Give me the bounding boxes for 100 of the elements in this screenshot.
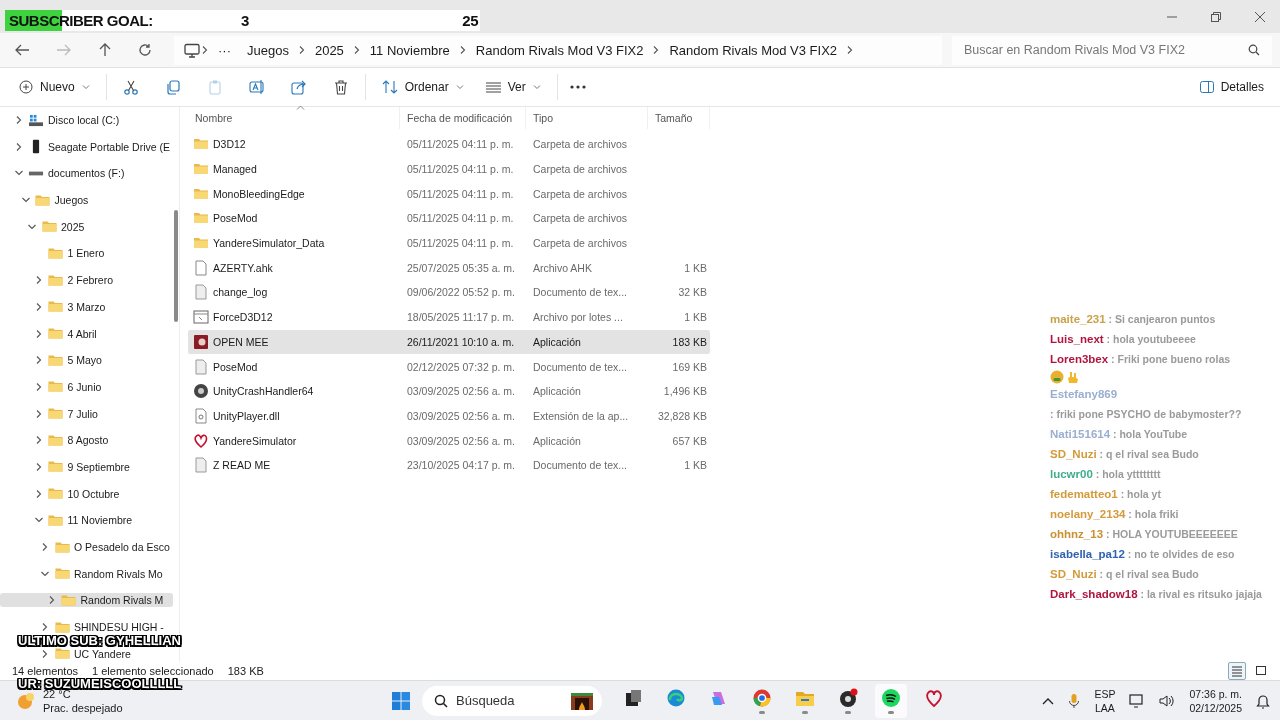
- heart-icon: [193, 432, 209, 449]
- tree-item[interactable]: 2 Febrero: [0, 273, 173, 288]
- microphone-icon[interactable]: [1068, 692, 1081, 709]
- modified-date: 09/06/2022 05:52 p. m.: [406, 286, 516, 299]
- tree-item[interactable]: UC Yandere: [0, 646, 173, 661]
- file-row[interactable]: change_log 09/06/2022 05:52 p. m. Documento de tex... 32 KB: [188, 280, 710, 305]
- close-icon[interactable]: [1254, 10, 1266, 23]
- network-icon[interactable]: [1129, 693, 1146, 708]
- more-button[interactable]: ···: [210, 42, 239, 58]
- file-row[interactable]: UnityPlayer.dll 03/09/2025 02:56 a. m. Extensión de la ap... 32,828 KB: [188, 403, 710, 429]
- chevron-icon[interactable]: [40, 622, 50, 633]
- column-header[interactable]: Nombre: [188, 107, 400, 129]
- up-arrow-icon[interactable]: [98, 43, 112, 57]
- file-row[interactable]: UnityCrashHandler64 03/09/2025 02:56 a. m. Aplicación 1,496 KB: [188, 378, 710, 404]
- folder-icon: [48, 354, 63, 366]
- tree-item[interactable]: Random Rivals M: [0, 593, 173, 608]
- file-row[interactable]: OPEN MEE 26/11/2021 10:10 a. m. Aplicación 183 KB: [188, 329, 710, 355]
- tree-item[interactable]: 1 Enero: [0, 246, 173, 261]
- chevron-icon[interactable]: [200, 45, 210, 55]
- language-indicator[interactable]: ESP LAA: [1094, 686, 1116, 715]
- file-row[interactable]: PoseMod 05/11/2025 04:11 p. m. Carpeta de archivos: [188, 206, 710, 231]
- file-row[interactable]: ForceD3D12 18/05/2025 11:17 p. m. Archivo por lotes ... 1 KB: [188, 304, 710, 330]
- search-field[interactable]: Búsqueda: [422, 685, 602, 716]
- tree-item[interactable]: 9 Septiembre: [0, 459, 173, 474]
- breadcrumb-item[interactable]: 2025: [306, 42, 352, 58]
- breadcrumb-item[interactable]: Juegos: [239, 42, 297, 58]
- chat-username: Luis_next: [1050, 333, 1104, 345]
- chat-message: : friki pone PSYCHO de babymoster??: [1050, 407, 1242, 422]
- folder-icon: [48, 301, 63, 313]
- column-header[interactable]: Tipo: [526, 107, 648, 129]
- tree-item[interactable]: 5 Mayo: [0, 353, 173, 368]
- column-header[interactable]: Tamaño: [648, 107, 710, 129]
- tree-item[interactable]: SHINDESU HIGH -: [0, 620, 173, 635]
- column-header[interactable]: Fecha de modificación: [400, 107, 526, 129]
- volume-icon[interactable]: [1159, 693, 1176, 708]
- tree-item[interactable]: 2025: [0, 219, 173, 234]
- breadcrumb-item[interactable]: Random Rivals Mod V3 FIX2: [467, 42, 652, 58]
- file-type: Aplicación: [532, 434, 582, 447]
- tree-item[interactable]: Disco local (C:): [0, 113, 173, 127]
- tree-item[interactable]: 11 Noviembre: [0, 513, 173, 528]
- chat-username: lucwr00: [1050, 468, 1093, 480]
- new-button[interactable]: Nuevo: [15, 76, 94, 98]
- file-row[interactable]: Managed 05/11/2025 04:11 p. m. Carpeta de archivos: [188, 156, 710, 182]
- clock[interactable]: 07:36 p. m. 02/12/2025: [1189, 686, 1242, 715]
- tree-item[interactable]: 3 Marzo: [0, 299, 173, 314]
- taskbar-app[interactable]: [875, 683, 907, 718]
- folder-icon: [54, 621, 70, 633]
- text-file-icon: [193, 358, 209, 375]
- tree-item[interactable]: Seagate Portable Drive (E: [0, 139, 173, 154]
- chat-message: : Friki pone bueno rolas: [1111, 352, 1231, 367]
- modified-date: 03/09/2025 02:56 a. m.: [406, 409, 516, 422]
- file-type: Archivo AHK: [532, 261, 593, 274]
- file-name: YandereSimulator: [213, 434, 297, 447]
- scrollbar-thumb[interactable]: [174, 210, 178, 322]
- chevron-icon[interactable]: [14, 115, 24, 125]
- file-row[interactable]: MonoBleedingEdge 05/11/2025 04:11 p. m. Carpeta de archivos: [188, 181, 710, 207]
- restore-icon[interactable]: [1210, 10, 1222, 23]
- monitor-icon[interactable]: [184, 42, 200, 58]
- bell-icon[interactable]: [1256, 692, 1270, 709]
- breadcrumb-item[interactable]: Random Rivals Mod V3 FIX2: [661, 42, 846, 58]
- chevron-up-icon[interactable]: [1042, 696, 1055, 705]
- file-row[interactable]: AZERTY.ahk 25/07/2025 05:35 a. m. Archivo AHK 1 KB: [188, 255, 710, 281]
- file-row[interactable]: PoseMod 02/12/2025 07:32 p. m. Documento de tex... 169 KB: [188, 354, 710, 379]
- refresh-icon[interactable]: [138, 43, 152, 57]
- tree-item[interactable]: 6 Junio: [0, 379, 173, 394]
- tree-item[interactable]: 7 Julio: [0, 406, 173, 421]
- breadcrumb-item[interactable]: 11 Noviembre: [361, 42, 458, 58]
- chat-message: : HOLA YOUTUBEEEEEEE: [1105, 527, 1238, 542]
- tree-item[interactable]: 4 Abril: [0, 326, 173, 341]
- chevron-icon[interactable]: [40, 648, 50, 659]
- details-view-icon[interactable]: [1228, 662, 1246, 680]
- chat-message: : q el rival sea Budo: [1099, 567, 1199, 582]
- record-icon: [838, 687, 858, 708]
- file-row[interactable]: YandereSimulator 03/09/2025 02:56 a. m. Aplicación 657 KB: [188, 428, 710, 453]
- back-arrow-icon[interactable]: [14, 43, 30, 57]
- file-row[interactable]: Z READ ME 23/10/2025 04:17 p. m. Documento de tex... 1 KB: [188, 452, 710, 478]
- caret-icon: [81, 84, 90, 90]
- chevron-icon[interactable]: [14, 141, 24, 152]
- file-row[interactable]: YandereSimulator_Data 05/11/2025 04:11 p. m. Carpeta de archivos: [188, 230, 710, 256]
- tree-item[interactable]: Juegos: [0, 193, 173, 208]
- file-type: Extensión de la ap...: [532, 409, 630, 422]
- sort-button[interactable]: Ordenar: [377, 76, 468, 98]
- file-row[interactable]: D3D12 05/11/2025 04:11 p. m. Carpeta de archivos: [188, 132, 710, 157]
- document-icon: [193, 259, 209, 276]
- view-button[interactable]: Ver: [481, 76, 545, 98]
- tree-item[interactable]: O Pesadelo da Esco: [0, 540, 173, 554]
- tree-item[interactable]: 8 Agosto: [0, 433, 173, 448]
- tree-item[interactable]: 10 Octubre: [0, 486, 173, 501]
- share-icon: [290, 79, 307, 95]
- item-count: 14 elementos: [12, 665, 79, 677]
- tree-item[interactable]: Random Rivals Mo: [0, 566, 173, 581]
- details-button[interactable]: Detalles: [1195, 76, 1268, 98]
- browser-icon: [752, 687, 772, 708]
- more-icon[interactable]: [569, 85, 586, 89]
- start-icon[interactable]: [391, 690, 411, 711]
- chevron-icon[interactable]: [40, 542, 50, 552]
- tree-item[interactable]: documentos (F:): [0, 166, 173, 181]
- folder-icon: [48, 408, 63, 420]
- folder-icon: [54, 541, 70, 553]
- search-field[interactable]: Buscar en Random Rivals Mod V3 FIX2: [952, 35, 1272, 65]
